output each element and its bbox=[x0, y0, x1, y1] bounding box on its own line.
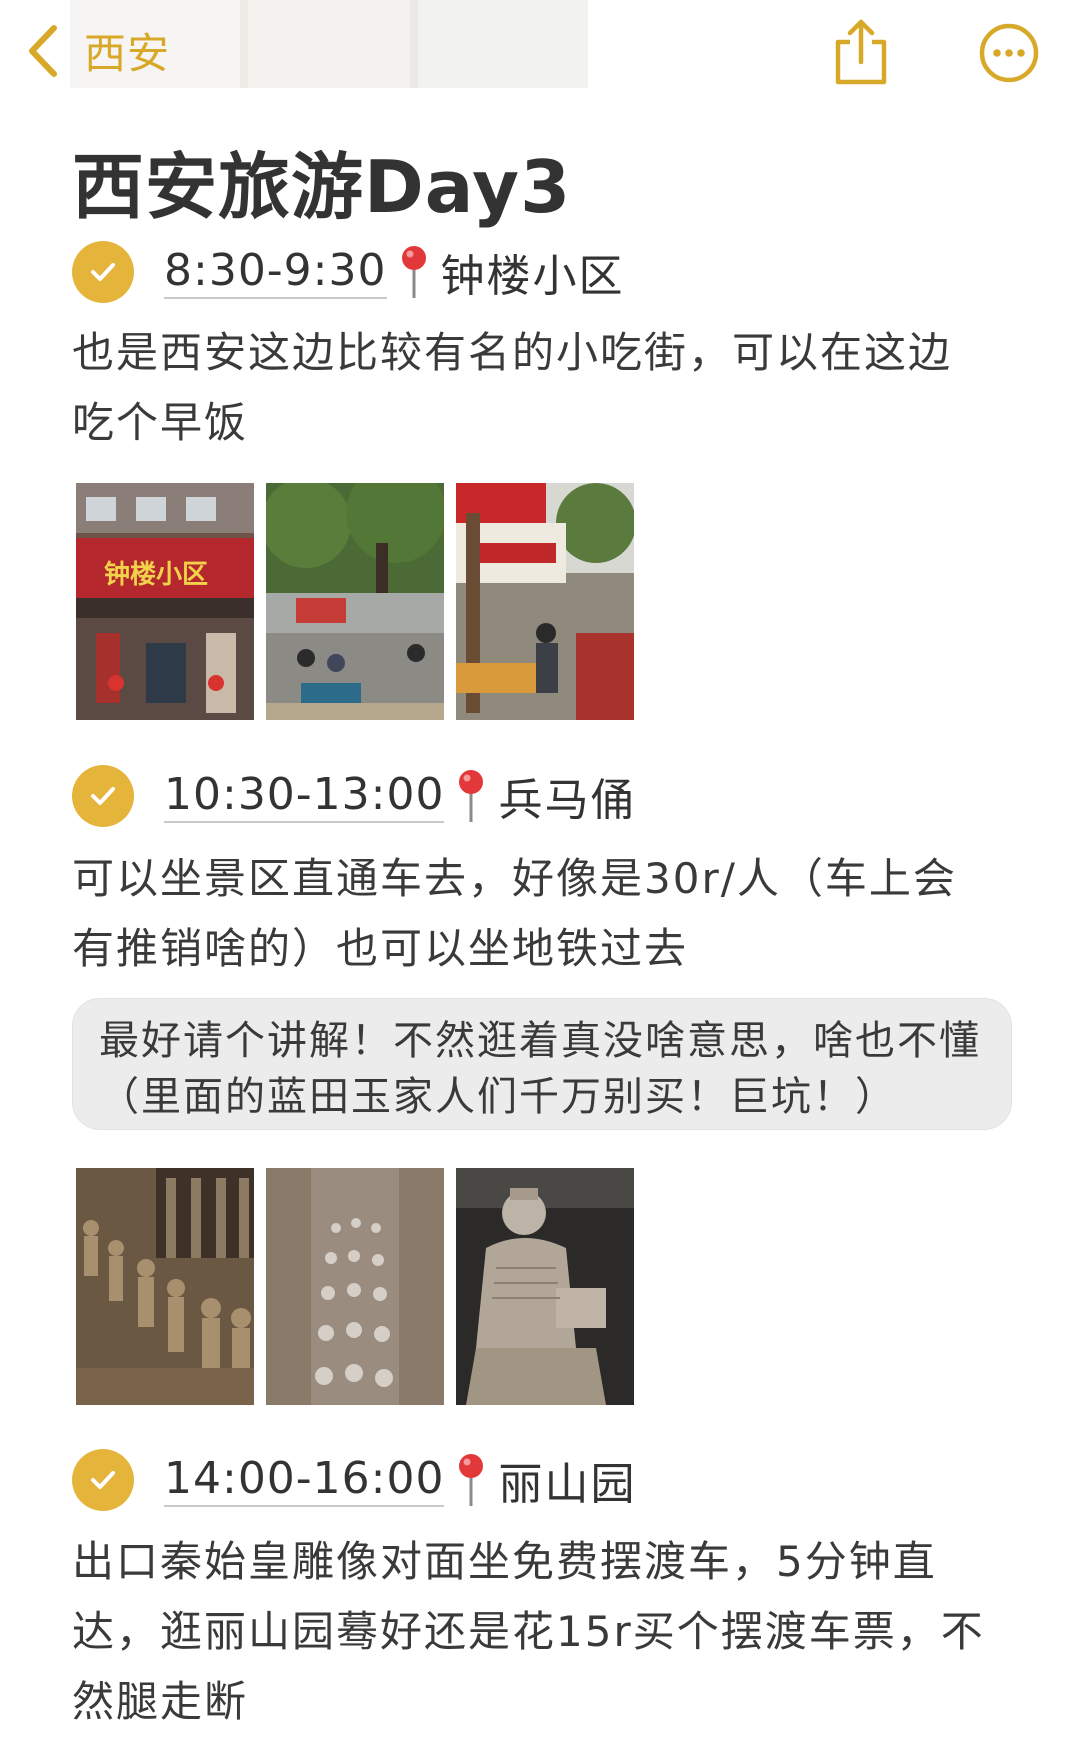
checklist-item-1: 8:30-9:30 钟楼小区 bbox=[72, 237, 625, 307]
location-pin-icon bbox=[459, 770, 484, 822]
more-options-icon[interactable] bbox=[978, 22, 1040, 84]
callout-line: 最好请个讲解！不然逛着真没啥意思，啥也不懂 bbox=[99, 1018, 981, 1064]
photo-thumbnail[interactable] bbox=[266, 483, 444, 720]
description-line: 达，逛丽山园蓦好还是花15r买个摆渡车票，不 bbox=[72, 1607, 985, 1656]
checkbox-checked[interactable] bbox=[72, 765, 134, 827]
photo-thumbnail[interactable]: 钟楼小区 bbox=[76, 483, 254, 720]
share-icon[interactable] bbox=[832, 18, 890, 88]
photo-row-1: 钟楼小区 bbox=[76, 483, 634, 720]
item-time[interactable]: 8:30-9:30 bbox=[164, 245, 387, 299]
description-line: 有推销啥的）也可以坐地铁过去 bbox=[72, 924, 689, 973]
item-description[interactable]: 也是西安这边比较有名的小吃街，可以在这边 吃个早饭 bbox=[72, 318, 1022, 458]
checkbox-checked[interactable] bbox=[72, 241, 134, 303]
item-description[interactable]: 可以坐景区直通车去，好像是30r/人（车上会 有推销啥的）也可以坐地铁过去 bbox=[72, 844, 1022, 984]
callout-box[interactable]: 最好请个讲解！不然逛着真没啥意思，啥也不懂 （里面的蓝田玉家人们千万别买！巨坑！… bbox=[72, 998, 1012, 1130]
item-place: 兵马俑 bbox=[498, 775, 637, 826]
checkbox-checked[interactable] bbox=[72, 1449, 134, 1511]
back-label: 西安 bbox=[84, 29, 171, 78]
description-line: 出口秦始皇雕像对面坐免费摆渡车，5分钟直 bbox=[72, 1537, 937, 1586]
checklist-item-2: 10:30-13:00 兵马俑 bbox=[72, 761, 636, 831]
photo-thumbnail[interactable] bbox=[76, 1168, 254, 1405]
note-title[interactable]: 西安旅游Day3 bbox=[72, 128, 571, 233]
chevron-left-icon bbox=[29, 24, 57, 77]
checklist-item-3: 14:00-16:00 丽山园 bbox=[72, 1445, 636, 1515]
checkmark-icon bbox=[91, 263, 115, 281]
photo-row-2 bbox=[76, 1168, 634, 1405]
description-line: 然腿走断 bbox=[72, 1677, 249, 1726]
location-pin-icon bbox=[459, 1454, 484, 1506]
checkmark-icon bbox=[91, 1471, 115, 1489]
faded-photo-2 bbox=[240, 0, 418, 88]
photo-thumbnail[interactable] bbox=[266, 1168, 444, 1405]
photo-thumbnail[interactable] bbox=[456, 483, 634, 720]
photo-thumbnail[interactable] bbox=[456, 1168, 634, 1405]
location-pin-icon bbox=[401, 246, 426, 298]
description-line: 也是西安这边比较有名的小吃街，可以在这边 bbox=[72, 328, 953, 377]
item-time[interactable]: 14:00-16:00 bbox=[164, 1453, 445, 1507]
item-place: 丽山园 bbox=[498, 1459, 637, 1510]
checkmark-icon bbox=[91, 787, 115, 805]
item-time[interactable]: 10:30-13:00 bbox=[164, 769, 445, 823]
description-line: 吃个早饭 bbox=[72, 398, 249, 447]
item-place: 钟楼小区 bbox=[440, 251, 625, 302]
back-button[interactable]: 西安 bbox=[22, 20, 170, 81]
faded-photo-3 bbox=[410, 0, 588, 88]
sign-text: 钟楼小区 bbox=[104, 559, 208, 590]
item-description[interactable]: 出口秦始皇雕像对面坐免费摆渡车，5分钟直 达，逛丽山园蓦好还是花15r买个摆渡车… bbox=[72, 1527, 1022, 1737]
callout-line: （里面的蓝田玉家人们千万别买！巨坑！） bbox=[99, 1074, 897, 1120]
description-line: 可以坐景区直通车去，好像是30r/人（车上会 bbox=[72, 854, 957, 903]
